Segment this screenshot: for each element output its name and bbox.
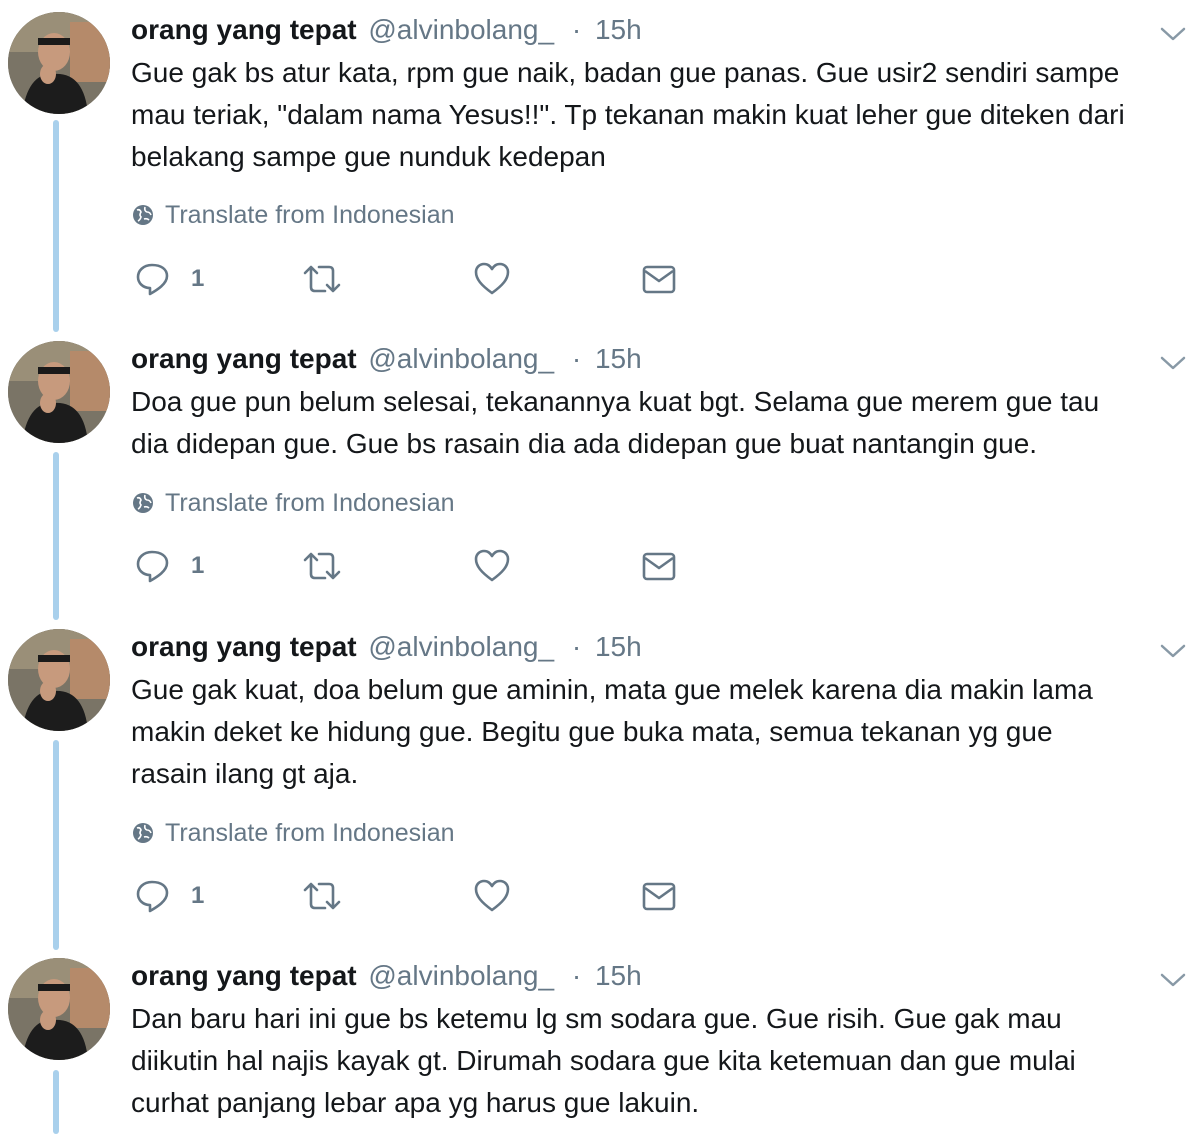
avatar[interactable]	[8, 629, 110, 731]
retweet-icon	[303, 882, 341, 910]
avatar[interactable]	[8, 12, 110, 114]
chevron-down-icon[interactable]	[1158, 970, 1188, 990]
dm-button[interactable]	[641, 544, 677, 588]
translate-link[interactable]: Translate from Indonesian	[131, 487, 455, 519]
tweet-actions: 1	[131, 257, 691, 301]
user-handle[interactable]: @alvinbolang_	[368, 960, 554, 991]
tweet-header: orang yang tepat @alvinbolang_ · 15h	[131, 341, 642, 377]
envelope-icon	[642, 265, 676, 294]
retweet-button[interactable]	[301, 544, 343, 588]
separator: ·	[571, 14, 582, 45]
timestamp[interactable]: 15h	[595, 960, 642, 991]
tweet-text: Gue gak kuat, doa belum gue aminin, mata…	[131, 674, 1093, 789]
tweet-actions: 1	[131, 544, 691, 588]
tweet-text: Dan baru hari ini gue bs ketemu lg sm so…	[131, 1003, 1076, 1118]
tweet[interactable]: orang yang tepat @alvinbolang_ · 15h Gue…	[0, 629, 1200, 929]
like-button[interactable]	[473, 544, 511, 588]
heart-icon	[474, 879, 510, 912]
user-handle[interactable]: @alvinbolang_	[368, 14, 554, 45]
chevron-down-icon[interactable]	[1158, 24, 1188, 44]
translate-label: Translate from Indonesian	[165, 489, 455, 517]
avatar[interactable]	[8, 341, 110, 443]
tweet-actions: 1	[131, 874, 691, 918]
globe-icon	[133, 205, 153, 225]
tweet[interactable]: orang yang tepat @alvinbolang_ · 15h Gue…	[0, 12, 1200, 312]
timestamp[interactable]: 15h	[595, 14, 642, 45]
reply-count: 1	[191, 265, 205, 292]
globe-icon	[133, 493, 153, 513]
timestamp[interactable]: 15h	[595, 343, 642, 374]
like-button[interactable]	[473, 874, 511, 918]
user-handle[interactable]: @alvinbolang_	[368, 631, 554, 662]
display-name[interactable]: orang yang tepat	[131, 343, 357, 374]
tweet[interactable]: orang yang tepat @alvinbolang_ · 15h Doa…	[0, 341, 1200, 611]
tweet-header: orang yang tepat @alvinbolang_ · 15h	[131, 958, 642, 994]
like-button[interactable]	[473, 257, 511, 301]
reply-count: 1	[191, 552, 205, 579]
heart-icon	[474, 262, 510, 295]
avatar-photo	[8, 629, 110, 731]
tweet-header: orang yang tepat @alvinbolang_ · 15h	[131, 629, 642, 665]
heart-icon	[474, 549, 510, 582]
display-name[interactable]: orang yang tepat	[131, 960, 357, 991]
user-handle[interactable]: @alvinbolang_	[368, 343, 554, 374]
translate-label: Translate from Indonesian	[165, 819, 455, 847]
reply-button[interactable]: 1	[135, 544, 204, 588]
retweet-button[interactable]	[301, 874, 343, 918]
tweet-text: Doa gue pun belum selesai, tekanannya ku…	[131, 386, 1100, 459]
retweet-button[interactable]	[301, 257, 343, 301]
separator: ·	[571, 960, 582, 991]
envelope-icon	[642, 882, 676, 911]
translate-link[interactable]: Translate from Indonesian	[131, 199, 455, 231]
display-name[interactable]: orang yang tepat	[131, 631, 357, 662]
avatar[interactable]	[8, 958, 110, 1060]
tweet-text: Gue gak bs atur kata, rpm gue naik, bada…	[131, 57, 1125, 172]
timestamp[interactable]: 15h	[595, 631, 642, 662]
separator: ·	[571, 343, 582, 374]
avatar-photo	[8, 12, 110, 114]
translate-label: Translate from Indonesian	[165, 201, 455, 229]
dm-button[interactable]	[641, 874, 677, 918]
reply-button[interactable]: 1	[135, 874, 204, 918]
avatar-photo	[8, 341, 110, 443]
display-name[interactable]: orang yang tepat	[131, 14, 357, 45]
reply-button[interactable]: 1	[135, 257, 204, 301]
dm-button[interactable]	[641, 257, 677, 301]
retweet-icon	[303, 552, 341, 580]
separator: ·	[571, 631, 582, 662]
reply-count: 1	[191, 882, 205, 909]
reply-icon	[136, 263, 169, 296]
reply-icon	[136, 550, 169, 583]
chevron-down-icon[interactable]	[1158, 641, 1188, 661]
reply-icon	[136, 880, 169, 913]
translate-link[interactable]: Translate from Indonesian	[131, 817, 455, 849]
tweet-header: orang yang tepat @alvinbolang_ · 15h	[131, 12, 642, 48]
envelope-icon	[642, 552, 676, 581]
retweet-icon	[303, 265, 341, 293]
tweet[interactable]: orang yang tepat @alvinbolang_ · 15h Dan…	[0, 958, 1200, 1134]
chevron-down-icon[interactable]	[1158, 353, 1188, 373]
globe-icon	[133, 823, 153, 843]
avatar-photo	[8, 958, 110, 1060]
